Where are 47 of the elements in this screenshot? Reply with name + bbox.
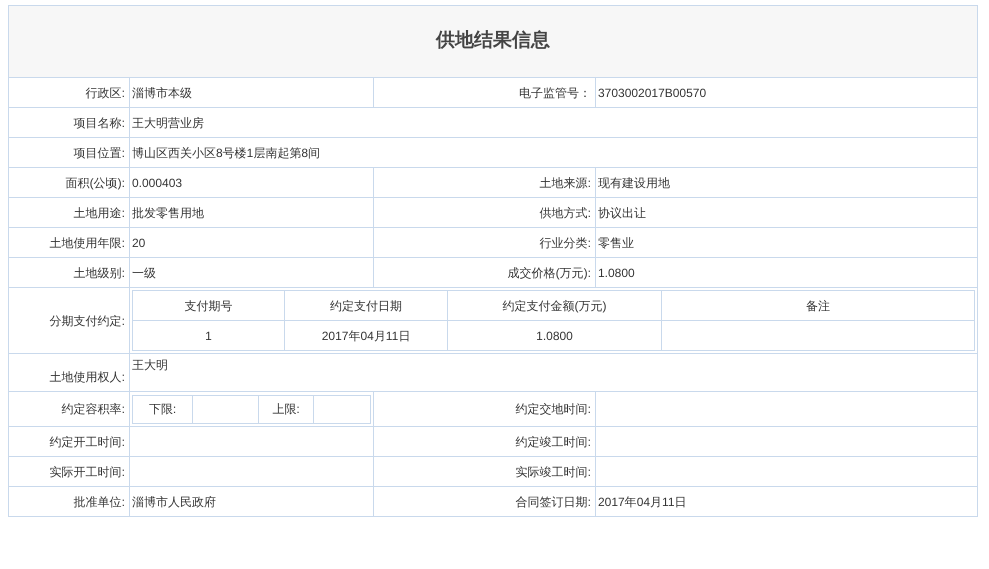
field-label: 合同签订日期:: [374, 486, 596, 516]
field-value: 王大明: [130, 354, 978, 392]
field-label: 批准单位:: [8, 486, 130, 516]
field-value: 博山区西关小区8号楼1层南起第8间: [130, 138, 978, 168]
field-label: 电子监管号：: [374, 78, 596, 108]
field-value: 批发零售用地: [130, 198, 374, 228]
field-label: 土地来源:: [374, 168, 596, 198]
column-header: 约定支付金额(万元): [448, 290, 662, 320]
column-header: 约定支付日期: [284, 290, 448, 320]
field-label: 土地使用权人:: [8, 354, 130, 392]
field-value: 协议出让: [596, 198, 978, 228]
field-value: 2017年04月11日: [596, 486, 978, 516]
table-cell: 1.0800: [448, 320, 662, 350]
field-value: 王大明营业房: [130, 108, 978, 138]
field-label: 土地级别:: [8, 258, 130, 288]
field-value: 20: [130, 228, 374, 258]
field-label: 面积(公顷):: [8, 168, 130, 198]
page-title: 供地结果信息: [8, 6, 978, 78]
field-label: 供地方式:: [374, 198, 596, 228]
field-value: 3703002017B00570: [596, 78, 978, 108]
field-label: 约定竣工时间:: [374, 426, 596, 456]
column-header: 支付期号: [132, 290, 284, 320]
field-label: 行政区:: [8, 78, 130, 108]
field-label: 约定交地时间:: [374, 392, 596, 426]
field-value: 1.0800: [596, 258, 978, 288]
field-label: 上限:: [258, 395, 314, 423]
field-value: 一级: [130, 258, 374, 288]
field-label: 土地用途:: [8, 198, 130, 228]
field-value: 淄博市人民政府: [130, 486, 374, 516]
field-value: 现有建设用地: [596, 168, 978, 198]
field-label: 成交价格(万元):: [374, 258, 596, 288]
field-label: 土地使用年限:: [8, 228, 130, 258]
field-label: 行业分类:: [374, 228, 596, 258]
field-value: 0.000403: [130, 168, 374, 198]
field-label: 分期支付约定:: [8, 288, 130, 354]
field-label: 下限:: [132, 395, 192, 423]
field-label: 实际竣工时间:: [374, 456, 596, 486]
field-label: 约定开工时间:: [8, 426, 130, 456]
table-cell: 1: [132, 320, 284, 350]
table-cell: 2017年04月11日: [284, 320, 448, 350]
field-label: 约定容积率:: [8, 392, 130, 426]
field-label: 实际开工时间:: [8, 456, 130, 486]
column-header: 备注: [662, 290, 974, 320]
field-value: 淄博市本级: [130, 78, 374, 108]
field-value: 零售业: [596, 228, 978, 258]
field-label: 项目名称:: [8, 108, 130, 138]
field-label: 项目位置:: [8, 138, 130, 168]
